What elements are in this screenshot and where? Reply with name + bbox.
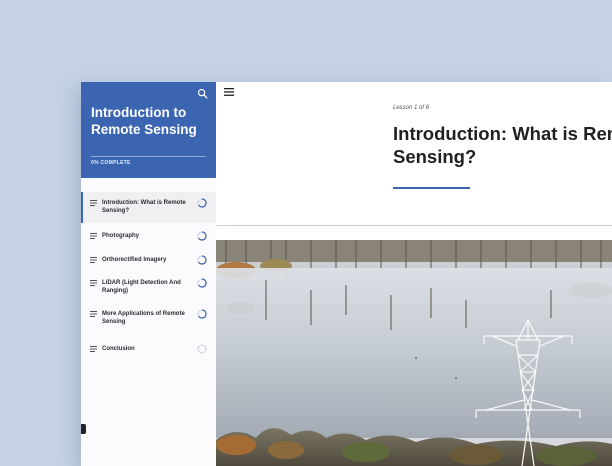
lesson-label: Introduction: What is Remote Sensing? (102, 200, 186, 214)
lesson-title-line-1: Introduction: What is Remote (393, 123, 612, 144)
progress-circle-icon (197, 344, 207, 354)
course-title: Introduction to Remote Sensing (91, 105, 197, 137)
progress-circle-icon (197, 231, 207, 241)
lesson-label: Conclusion (102, 346, 135, 352)
lesson-list-icon (90, 200, 97, 206)
progress-circle-icon (197, 255, 207, 265)
lesson-item[interactable]: Conclusion (81, 336, 216, 362)
lesson-title: Introduction: What is Remote Sensing? (393, 122, 612, 168)
progress-text: 0% COMPLETE (91, 160, 131, 166)
heading-underline (393, 187, 470, 189)
course-window: Introduction to Remote Sensing 0% COMPLE… (81, 82, 612, 466)
sidebar-header: Introduction to Remote Sensing 0% COMPLE… (81, 82, 216, 178)
lesson-list-icon (90, 280, 97, 286)
progress-circle-icon (197, 198, 207, 208)
lesson-label: More Applications of Remote Sensing (102, 311, 185, 325)
lesson-label: LiDAR (Light Detection And Ranging) (102, 280, 181, 294)
lesson-list-icon (90, 233, 97, 239)
menu-icon[interactable] (224, 88, 234, 96)
lesson-title-line-2: Sensing? (393, 146, 477, 167)
lesson-label: Photography (102, 233, 139, 239)
lesson-item[interactable]: Orthorectified Imagery (81, 248, 216, 272)
progress-circle-icon (197, 278, 207, 288)
sidebar: Introduction to Remote Sensing 0% COMPLE… (81, 82, 216, 466)
accessibility-tab[interactable] (81, 424, 86, 434)
lesson-list-icon (90, 311, 97, 317)
lesson-item[interactable]: Introduction: What is Remote Sensing? (81, 192, 216, 223)
lesson-label: Orthorectified Imagery (102, 257, 167, 263)
hero-image (216, 240, 612, 466)
page-background: Introduction to Remote Sensing 0% COMPLE… (0, 0, 612, 466)
lesson-item[interactable]: More Applications of Remote Sensing (81, 303, 216, 336)
lesson-list-icon (90, 257, 97, 263)
lesson-item[interactable]: Photography (81, 223, 216, 248)
lesson-content: Lesson 1 of 6 Introduction: What is Remo… (216, 82, 612, 466)
lesson-counter: Lesson 1 of 6 (393, 105, 430, 111)
section-divider (216, 225, 612, 226)
progress-circle-icon (197, 309, 207, 319)
lesson-item[interactable]: LiDAR (Light Detection And Ranging) (81, 272, 216, 303)
progress-bar (91, 156, 206, 157)
search-icon[interactable] (197, 88, 208, 99)
lesson-list-icon (90, 346, 97, 352)
